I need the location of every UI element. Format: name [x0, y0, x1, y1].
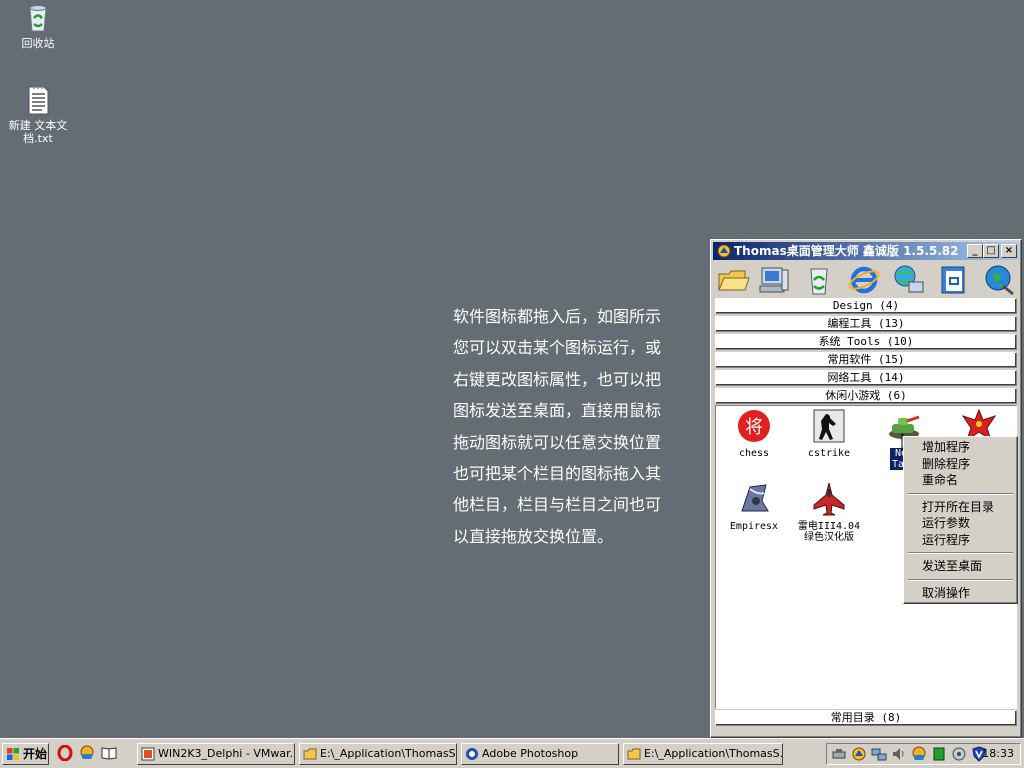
close-button[interactable]: × [1001, 244, 1017, 258]
program-item-chess[interactable]: 将 chess [718, 408, 790, 459]
recycle-icon[interactable] [801, 262, 837, 298]
category-common-directories[interactable]: 常用目录 (8) [715, 710, 1017, 726]
category-label: 常用目录 (8) [830, 711, 902, 724]
window-title: Thomas桌面管理大师 鑫诚版 1.5.5.82 [734, 244, 959, 258]
vmware-icon [141, 747, 155, 761]
menu-item-run-program[interactable]: 运行程序 [906, 532, 1015, 549]
desktop-icon-label: 回收站 [21, 37, 55, 50]
shield-icon[interactable] [951, 746, 967, 762]
program-label: Empiresx [729, 521, 779, 532]
program-item-raiden[interactable]: 雷电III4.04 绿色汉化版 [793, 481, 865, 543]
app-icon [717, 244, 731, 258]
close-icon: × [1004, 245, 1014, 256]
menu-item-delete-program[interactable]: 删除程序 [906, 456, 1015, 473]
empires-icon [741, 484, 769, 512]
minimize-icon: _ [972, 245, 978, 256]
messenger-tray-icon[interactable] [911, 746, 927, 762]
document-icon[interactable] [936, 262, 972, 298]
folder-icon [303, 748, 317, 760]
windows-flag-icon [7, 748, 19, 760]
maximize-icon: □ [986, 245, 996, 256]
my-computer-icon[interactable] [756, 262, 792, 298]
network-icon[interactable] [891, 262, 927, 298]
intro-text: 软件图标都拖入后，如图所示 您可以双击某个图标运行，或 右键更改图标属性，也可以… [453, 307, 662, 546]
category-label: 休闲小游戏 (6) [825, 389, 907, 402]
program-label-line1: 雷电III4.04 [797, 521, 861, 532]
category-design[interactable]: Design (4) [715, 298, 1017, 314]
category-label: Design (4) [832, 299, 900, 312]
task-label: WIN2K3_Delphi - VMwar... [158, 747, 295, 760]
desktop-icon-recycle-bin[interactable]: 回收站 [6, 2, 70, 50]
svg-text:将: 将 [745, 417, 763, 438]
task-button-vmware[interactable]: WIN2K3_Delphi - VMwar... [137, 743, 295, 765]
menu-item-add-program[interactable]: 增加程序 [906, 439, 1015, 456]
task-button-explorer-1[interactable]: E:\_Application\ThomasS... [299, 743, 457, 765]
category-system-tools[interactable]: 系统 Tools (10) [715, 334, 1017, 350]
usb-icon[interactable] [831, 746, 847, 762]
volume-icon[interactable] [891, 746, 907, 762]
category-network-tools[interactable]: 网络工具 (14) [715, 370, 1017, 386]
desktop-icon-label: 新建 文本文档.txt [8, 119, 68, 145]
menu-item-send-to-desktop[interactable]: 发送至桌面 [906, 558, 1015, 575]
menu-item-rename[interactable]: 重命名 [906, 472, 1015, 489]
thomas-tray-icon[interactable] [851, 746, 867, 762]
task-button-explorer-2[interactable]: E:\_Application\ThomasS... [623, 743, 783, 765]
jet-fighter-icon [813, 482, 845, 516]
start-label: 开始 [23, 747, 48, 761]
menu-item-run-params[interactable]: 运行参数 [906, 515, 1015, 532]
category-label: 系统 Tools (10) [818, 335, 914, 348]
start-button[interactable]: 开始 [2, 743, 49, 765]
menu-separator [908, 578, 1013, 581]
task-label: Adobe Photoshop [482, 747, 579, 760]
open-folder-icon[interactable] [715, 262, 751, 298]
category-casual-games[interactable]: 休闲小游戏 (6) [715, 388, 1017, 404]
recycle-bin-icon [29, 5, 47, 32]
opera-icon[interactable] [57, 745, 73, 761]
messenger-icon[interactable] [79, 745, 95, 761]
task-label: E:\_Application\ThomasS... [320, 747, 457, 760]
toolbar [715, 262, 1017, 298]
system-tray: 18:33 [826, 743, 1021, 765]
folder-icon [627, 748, 641, 760]
taskbar: 开始 WIN2K3_Delphi - VMwar... E:\_Applicat… [0, 738, 1024, 768]
text-file-icon [28, 86, 49, 115]
minimize-button[interactable]: _ [967, 244, 983, 258]
menu-separator [908, 552, 1013, 554]
network-tray-icon[interactable] [871, 746, 887, 762]
context-menu: 增加程序 删除程序 重命名 打开所在目录 运行参数 运行程序 发送至桌面 取消操… [903, 436, 1018, 604]
clock: 18:33 [982, 747, 1014, 760]
chess-icon: 将 [738, 410, 770, 442]
menu-item-open-location[interactable]: 打开所在目录 [906, 499, 1015, 516]
category-label: 常用软件 (15) [827, 353, 905, 366]
program-label-line2: 绿色汉化版 [804, 532, 854, 543]
program-label: cstrike [807, 448, 851, 459]
monitor-icon[interactable] [931, 746, 947, 762]
photoshop-icon [466, 748, 478, 760]
book-icon[interactable] [101, 745, 117, 761]
globe-icon[interactable] [981, 262, 1017, 298]
task-button-photoshop[interactable]: Adobe Photoshop [461, 743, 619, 765]
internet-explorer-icon[interactable] [846, 262, 882, 298]
maximize-button[interactable]: □ [983, 244, 999, 258]
category-label: 编程工具 (13) [827, 317, 905, 330]
menu-item-cancel[interactable]: 取消操作 [906, 585, 1015, 602]
program-label: chess [738, 448, 770, 459]
desktop-icon-text-file[interactable]: 新建 文本文档.txt [6, 84, 70, 145]
task-label: E:\_Application\ThomasS... [644, 747, 783, 760]
program-item-cstrike[interactable]: cstrike [793, 408, 865, 459]
program-item-empiresx[interactable]: Empiresx [718, 481, 790, 532]
category-label: 网络工具 (14) [827, 371, 905, 384]
counter-strike-icon [813, 409, 845, 443]
category-programming-tools[interactable]: 编程工具 (13) [715, 316, 1017, 332]
category-common-software[interactable]: 常用软件 (15) [715, 352, 1017, 368]
menu-separator [908, 492, 1013, 495]
window-titlebar[interactable]: Thomas桌面管理大师 鑫诚版 1.5.5.82 _ □ × [713, 242, 1019, 260]
